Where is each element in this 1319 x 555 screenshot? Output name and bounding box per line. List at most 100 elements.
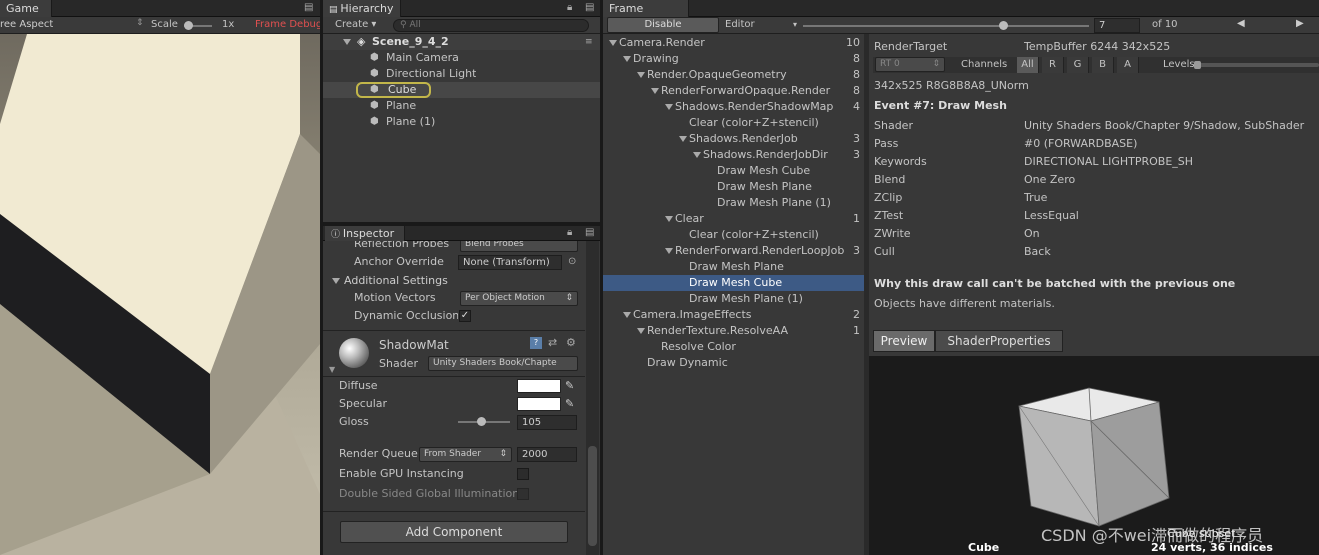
diffuse-color-swatch[interactable] [517, 379, 561, 393]
event-tree-row[interactable]: Draw Mesh Plane (1) [603, 291, 864, 307]
gloss-slider[interactable] [458, 417, 510, 426]
add-component-button[interactable]: Add Component [340, 521, 568, 543]
rt-dropdown[interactable]: RT 0 ⇕ [875, 57, 945, 72]
aspect-dropdown[interactable]: ree Aspect [0, 19, 53, 30]
hierarchy-tab[interactable]: ▤ Hierarchy [323, 0, 401, 17]
levels-slider[interactable] [1194, 61, 1319, 69]
event-details: RenderTarget TempBuffer 6244 342x525 RT … [869, 34, 1319, 555]
event-tree-row[interactable]: Draw Dynamic [603, 355, 864, 371]
hierarchy-item[interactable]: Plane ⬢ [323, 98, 600, 114]
event-tree-row[interactable]: Resolve Color [603, 339, 864, 355]
lock-icon[interactable]: 🔒︎ [567, 2, 572, 13]
render-target-value: TempBuffer 6244 342x525 [1024, 40, 1171, 53]
tab-preview[interactable]: Preview [873, 330, 935, 352]
editor-dropdown[interactable]: Editor ▾ [721, 17, 799, 33]
scale-slider[interactable] [184, 21, 212, 30]
channel-button[interactable]: A [1117, 57, 1139, 73]
render-queue-dropdown[interactable]: From Shader ⇕ [419, 447, 512, 462]
event-tree-row[interactable]: Draw Mesh Cube [603, 275, 864, 291]
event-label: Draw Mesh Plane [717, 180, 812, 193]
channel-button[interactable]: G [1067, 57, 1089, 73]
hierarchy-search-input[interactable]: ⚲ All [393, 19, 589, 32]
levels-slider-thumb[interactable] [1194, 61, 1201, 69]
channel-button[interactable]: B [1092, 57, 1114, 73]
frame-debug-tab[interactable]: Frame Debug [603, 0, 689, 28]
game-tab[interactable]: Game [0, 0, 52, 17]
property-value: #0 (FORWARDBASE) [1024, 137, 1138, 150]
event-tree-row[interactable]: Render.OpaqueGeometry 8 [603, 67, 864, 83]
inspector-tab[interactable]: ⓘ Inspector [325, 226, 405, 241]
event-tree-row[interactable]: Draw Mesh Cube [603, 163, 864, 179]
event-tree-row[interactable]: Draw Mesh Plane [603, 179, 864, 195]
event-tree-row[interactable]: Clear (color+Z+stencil) [603, 227, 864, 243]
scene-menu-icon[interactable]: ≡ [585, 34, 593, 50]
prev-event-button[interactable]: ◀ [1237, 18, 1245, 29]
specular-color-swatch[interactable] [517, 397, 561, 411]
dynamic-occlusion-checkbox[interactable]: ✓ [459, 310, 471, 322]
next-event-button[interactable]: ▶ [1296, 18, 1304, 29]
channel-button[interactable]: All [1017, 57, 1039, 73]
inspector-scrollbar[interactable] [586, 241, 599, 555]
event-tree-row[interactable]: Shadows.RenderJob 3 [603, 131, 864, 147]
channel-button[interactable]: R [1042, 57, 1064, 73]
event-tree-row[interactable]: Shadows.RenderJobDir 3 [603, 147, 864, 163]
inspector-lock-icon[interactable]: 🔒︎ [567, 227, 572, 238]
hierarchy-menu-icon[interactable]: ▤ [585, 2, 594, 13]
event-tree-row[interactable]: Camera.ImageEffects 2 [603, 307, 864, 323]
scene-row[interactable]: ◈ Scene_9_4_2 ≡ [323, 34, 600, 50]
motion-vectors-dropdown[interactable]: Per Object Motion ⇕ [460, 291, 578, 306]
hierarchy-item[interactable]: Directional Light ⬢ [323, 66, 600, 82]
create-dropdown[interactable]: Create ▾ [335, 19, 376, 30]
event-label: RenderForwardOpaque.Render [661, 84, 831, 97]
event-tree-row[interactable]: Clear 1 [603, 211, 864, 227]
event-tree-row[interactable]: Drawing 8 [603, 51, 864, 67]
event-index-field[interactable]: 7 [1094, 18, 1140, 33]
scale-slider-thumb[interactable] [184, 21, 193, 30]
inspector-scrollbar-thumb[interactable] [588, 446, 597, 546]
disable-button[interactable]: Disable [607, 17, 719, 33]
material-expand-icon[interactable]: ▼ [329, 365, 335, 374]
event-tree-row[interactable]: RenderTexture.ResolveAA 1 [603, 323, 864, 339]
hierarchy-item-label: Directional Light [386, 67, 477, 80]
scene-expand-icon[interactable] [343, 34, 355, 50]
event-tree-row[interactable]: Shadows.RenderShadowMap 4 [603, 99, 864, 115]
reflection-probes-dropdown[interactable]: Blend Probes [460, 241, 578, 252]
event-tree-row[interactable]: Draw Mesh Plane [603, 259, 864, 275]
event-tree-row[interactable]: Camera.Render 10 [603, 35, 864, 51]
eyedropper-icon[interactable]: ✎ [565, 378, 574, 394]
event-tree-row[interactable]: Clear (color+Z+stencil) [603, 115, 864, 131]
dynamic-occlusion-label: Dynamic Occlusion [354, 309, 458, 322]
additional-settings-row[interactable]: Additional Settings [323, 273, 585, 289]
hierarchy-item[interactable]: Cube ⬢ [323, 82, 600, 98]
preview-area[interactable]: Cube subset Cube 24 verts, 36 indices CS… [869, 356, 1319, 555]
hierarchy-item[interactable]: Main Camera ⬢ [323, 50, 600, 66]
property-value: On [1024, 227, 1040, 240]
event-tree-row[interactable]: Draw Mesh Plane (1) [603, 195, 864, 211]
object-picker-icon[interactable]: ⊙ [568, 254, 576, 270]
help-icon[interactable]: ? [530, 337, 542, 349]
game-menu-icon[interactable]: ▤ [304, 2, 313, 13]
event-tree-row[interactable]: RenderForwardOpaque.Render 8 [603, 83, 864, 99]
additional-settings-expand-icon[interactable] [332, 273, 344, 289]
event-slider-thumb[interactable] [999, 21, 1009, 30]
event-label: Shadows.RenderJob [689, 132, 798, 145]
gpu-instancing-checkbox[interactable] [517, 468, 529, 480]
anchor-override-field[interactable]: None (Transform) [458, 255, 562, 270]
preset-icon[interactable]: ⇄ [548, 336, 557, 349]
tab-shader-properties[interactable]: ShaderProperties [935, 330, 1063, 352]
shader-dropdown[interactable]: Unity Shaders Book/Chapte [428, 356, 578, 371]
hierarchy-icon: ▤ [329, 5, 341, 15]
inspector-menu-icon[interactable]: ▤ [585, 227, 594, 238]
render-queue-field[interactable]: 2000 [517, 447, 577, 462]
event-tree-row[interactable]: RenderForward.RenderLoopJob 3 [603, 243, 864, 259]
gloss-slider-thumb[interactable] [477, 417, 487, 426]
double-sided-checkbox[interactable] [517, 488, 529, 500]
hierarchy-item[interactable]: Plane (1) ⬢ [323, 114, 600, 130]
separator [323, 511, 585, 512]
eyedropper-icon[interactable]: ✎ [565, 396, 574, 412]
event-slider[interactable] [803, 21, 1089, 30]
gloss-field[interactable]: 105 [517, 415, 577, 430]
game-viewport[interactable] [0, 34, 320, 555]
frame-debug-toggle[interactable]: Frame Debug [255, 19, 320, 30]
settings-gear-icon[interactable]: ⚙ [566, 336, 576, 349]
